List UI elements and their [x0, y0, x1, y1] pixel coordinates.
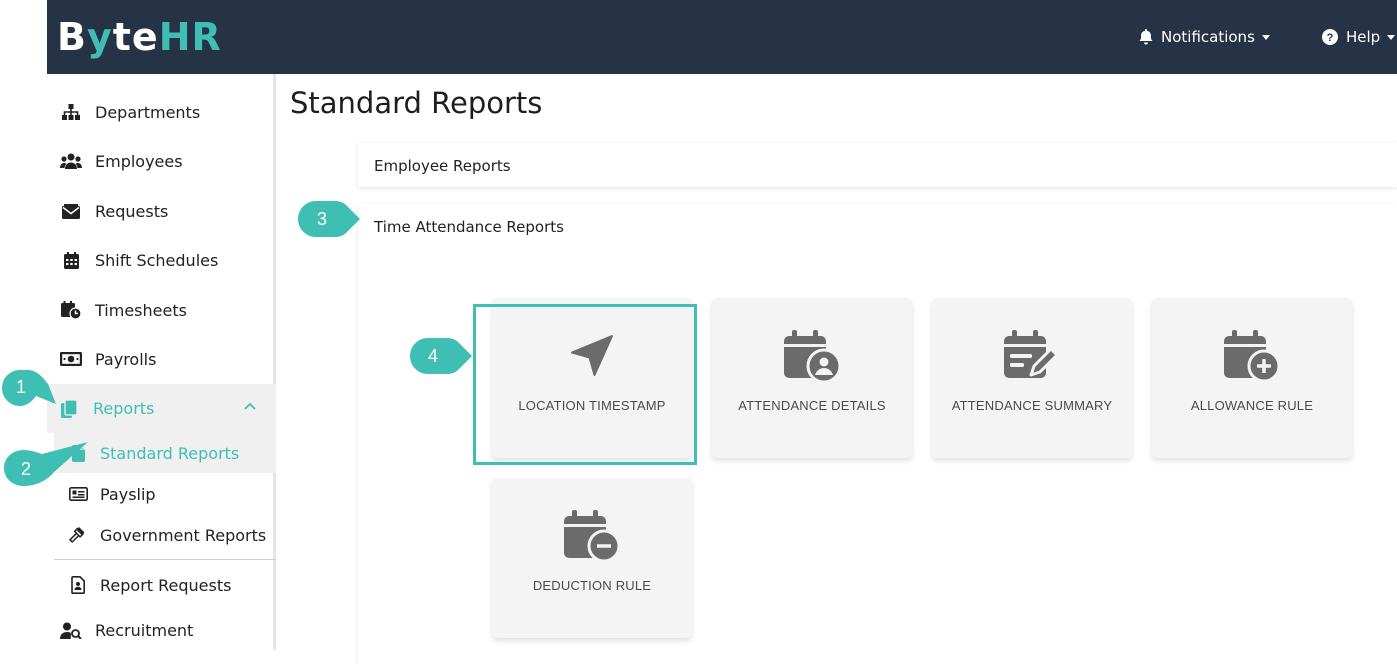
report-card-deduction-rule[interactable]: DEDUCTION RULE — [492, 478, 692, 638]
callout-marker-2: 2 — [4, 442, 88, 486]
top-navbar: By te HR Notifications ? Help — [47, 0, 1397, 74]
copy-icon — [58, 399, 80, 418]
highlight-box — [473, 304, 697, 465]
report-card-allowance-rule[interactable]: ALLOWANCE RULE — [1152, 298, 1352, 458]
sidebar-item-label: Timesheets — [95, 300, 187, 320]
card-label: ATTENDANCE DETAILS — [738, 398, 886, 413]
money-icon — [60, 352, 82, 366]
sidebar-item-label: Requests — [95, 201, 169, 221]
page-title: Standard Reports — [290, 86, 543, 120]
card-label: ATTENDANCE SUMMARY — [951, 398, 1113, 413]
sidebar-item-employees[interactable]: Employees — [47, 141, 276, 181]
user-search-icon — [60, 622, 82, 639]
section-header[interactable]: Time Attendance Reports — [374, 218, 564, 236]
sidebar-subitem-label: Standard Reports — [100, 443, 240, 463]
envelope-icon — [60, 203, 82, 219]
report-card-attendance-details[interactable]: ATTENDANCE DETAILS — [712, 298, 912, 458]
chevron-down-icon — [1387, 34, 1396, 40]
chevron-down-icon — [1261, 34, 1270, 40]
sidebar-subitem-government-reports[interactable]: Government Reports — [54, 515, 276, 555]
svg-text:?: ? — [1327, 32, 1334, 44]
bytehr-logo[interactable]: By te HR — [57, 13, 222, 61]
section-employee-reports[interactable]: Employee Reports — [358, 143, 1397, 187]
sidebar-subitem-label: Government Reports — [100, 525, 267, 545]
card-label: DEDUCTION RULE — [532, 578, 652, 593]
sidebar-item-departments[interactable]: Departments — [47, 92, 276, 132]
card-label: ALLOWANCE RULE — [1190, 398, 1314, 413]
sidebar-item-label: Reports — [93, 399, 155, 418]
bell-icon — [1139, 29, 1153, 45]
sidebar-item-recruitment[interactable]: Recruitment — [47, 610, 276, 650]
id-card-icon — [67, 487, 89, 501]
sidebar-item-label: Shift Schedules — [95, 250, 219, 270]
sidebar-subitem-label: Payslip — [100, 484, 156, 504]
calendar-clock-icon — [60, 301, 82, 319]
sidebar: Departments Employees Requests Shift Sch… — [47, 74, 276, 650]
calendar-minus-icon — [562, 508, 622, 564]
sidebar-item-payrolls[interactable]: Payrolls — [47, 339, 276, 379]
sidebar-subitem-label: Report Requests — [100, 575, 232, 595]
sidebar-item-reports[interactable]: Reports — [47, 384, 276, 433]
callout-marker-1: 1 — [2, 368, 56, 406]
help-label: Help — [1346, 28, 1381, 46]
file-person-icon — [67, 576, 89, 594]
question-circle-icon: ? — [1322, 29, 1338, 45]
help-dropdown[interactable]: ? Help — [1322, 0, 1396, 74]
sidebar-divider — [54, 559, 276, 560]
sidebar-item-requests[interactable]: Requests — [47, 191, 276, 231]
sidebar-item-shift-schedules[interactable]: Shift Schedules — [47, 240, 276, 280]
sidebar-item-label: Departments — [95, 102, 201, 122]
calendar-edit-icon — [1002, 328, 1062, 384]
calendar-user-icon — [782, 328, 842, 384]
chevron-up-icon[interactable] — [244, 402, 256, 410]
users-icon — [60, 153, 82, 169]
gavel-icon — [67, 526, 89, 544]
callout-marker-4: 4 — [410, 337, 472, 374]
section-header: Employee Reports — [374, 157, 511, 175]
notifications-dropdown[interactable]: Notifications — [1139, 0, 1270, 74]
callout-marker-3: 3 — [298, 200, 360, 237]
sidebar-item-label: Payrolls — [95, 349, 157, 369]
notifications-label: Notifications — [1161, 28, 1255, 46]
calendar-icon — [60, 251, 82, 269]
sidebar-item-label: Recruitment — [95, 620, 194, 640]
sitemap-icon — [60, 104, 82, 120]
report-card-attendance-summary[interactable]: ATTENDANCE SUMMARY — [932, 298, 1132, 458]
sidebar-item-label: Employees — [95, 151, 183, 171]
sidebar-item-timesheets[interactable]: Timesheets — [47, 290, 276, 330]
calendar-plus-icon — [1222, 328, 1282, 384]
sidebar-subitem-report-requests[interactable]: Report Requests — [54, 565, 276, 605]
